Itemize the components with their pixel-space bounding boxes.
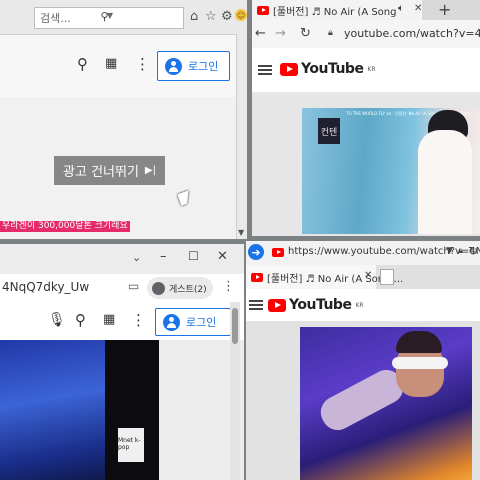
signin-button[interactable]: 로그인 [155,308,231,336]
youtube-header: ⚲ ▦ ⋮ 로그인 [0,35,247,97]
skip-next-icon: ▶| [144,165,156,176]
vertical-scrollbar[interactable] [230,302,240,480]
address-bar: ← → ↻ 🔒︎ youtube.com/watch?v=4Nq [252,20,480,48]
close-icon[interactable]: ✕ [364,270,372,281]
new-tab-icon[interactable] [380,269,394,285]
forward-arrow-icon[interactable]: → [275,26,286,41]
youtube-header: 🎙︎ ⚲ ▦ ⋮ 로그인 [0,302,244,340]
bottom-left-browser-window: ⌄ – ☐ ✕ 4NqQ7dky_Uw ▭ 게스트(2) ⋮ 🎙︎ ⚲ ▦ ⋮ … [0,244,244,480]
window-titlebar: ⌄ – ☐ ✕ [0,244,244,274]
lock-icon: 🔒︎ [458,246,463,256]
url-text[interactable]: 4NqQ7dky_Uw [2,280,89,294]
video-player[interactable]: Mnet k-pop [0,340,159,480]
performer-figure [418,130,472,234]
scroll-down-arrow-icon[interactable]: ▼ [238,228,244,237]
reload-icon[interactable]: ↻ [300,26,311,41]
show-badge: 컨텐 [318,118,340,144]
tab-strip: [풀버전] ♬ No Air (A Song 🔈︎ ✕ + [252,0,480,20]
more-vert-icon[interactable]: ⋮ [131,311,146,329]
account-icon [163,313,180,331]
region-code: KR [355,301,364,309]
back-arrow-icon[interactable]: ➜ [248,244,264,260]
mouse-cursor-icon [177,190,193,206]
more-vert-icon[interactable]: ⋮ [222,279,235,294]
reload-icon[interactable]: ↻ [468,244,478,258]
chevron-down-icon[interactable]: ▼ [40,11,180,20]
search-icon[interactable]: ⚲ [77,55,88,73]
close-icon[interactable]: ✕ [217,249,228,264]
top-left-browser-window: 검색... ⚲ ▼ ⌂ ☆ ⚙ ☺ ⚲ ▦ ⋮ 로그인 광고 건너뛰기 ▶| 우… [0,0,247,239]
skip-ad-label: 광고 건너뛰기 [63,165,139,180]
star-icon[interactable]: ☆ [205,9,217,24]
cast-icon[interactable]: ▭ [128,279,139,293]
guest-profile-button[interactable]: 게스트(2) [147,277,213,299]
skip-ad-button[interactable]: 광고 건너뛰기 ▶| [54,156,165,185]
minimize-icon[interactable]: – [160,249,167,264]
youtube-favicon-icon [257,5,269,15]
gear-icon[interactable]: ⚙ [221,9,233,24]
chevron-down-icon[interactable]: ⌄ [132,251,141,264]
video-player[interactable]: 컨텐 TO THE WORLD FLY on · 단장전 ·No Air (A … [302,108,480,234]
search-icon[interactable]: ⚲ [75,311,86,329]
youtube-header: YouTube KR [252,48,480,92]
chevron-down-icon[interactable]: ▼ [446,246,453,256]
new-tab-icon[interactable]: + [438,0,451,19]
address-bar: ➜ https://www.youtube.com/watch?v=4N ▼ 🔒… [246,241,480,265]
bottom-right-browser-window: ➜ https://www.youtube.com/watch?v=4N ▼ 🔒… [246,241,480,480]
guest-label: 게스트(2) [169,284,207,295]
youtube-favicon-icon [251,272,263,282]
youtube-logo-text: YouTube [289,297,352,313]
maximize-icon[interactable]: ☐ [188,249,199,263]
profile-icon [152,281,165,295]
menu-icon[interactable] [258,65,272,75]
smiley-icon[interactable]: ☺ [235,9,247,21]
vertical-scrollbar[interactable]: ▼ [236,34,247,239]
scrollbar-thumb[interactable] [232,308,238,344]
tab-youtube[interactable]: [풀버전] ♬ No Air (A Song [252,0,422,20]
youtube-header: YouTube KR [246,289,480,321]
performer-blindfold [392,357,448,369]
back-arrow-icon[interactable]: ← [255,26,266,41]
youtube-logo-text: YouTube [301,61,364,77]
signin-button[interactable]: 로그인 [157,51,230,81]
more-vert-icon[interactable]: ⋮ [135,55,150,73]
promo-banner[interactable]: 우라겐이 300,000달톤 크기래요 [0,221,130,232]
youtube-logo[interactable]: YouTube KR [268,297,364,313]
speaker-icon[interactable]: 🔈︎ [398,3,404,14]
mic-icon[interactable]: 🎙︎ [48,312,66,328]
youtube-logo[interactable]: YouTube KR [280,61,376,77]
menu-icon[interactable] [249,300,263,310]
lock-icon: 🔒︎ [328,28,333,38]
apps-grid-icon[interactable]: ▦ [103,312,115,327]
browser-toolbar: 검색... ⚲ ▼ ⌂ ☆ ⚙ ☺ [0,0,247,35]
tab-title: [풀버전] ♬ No Air (A Song [273,6,397,18]
performer-hair [396,331,442,353]
top-right-browser-window: [풀버전] ♬ No Air (A Song 🔈︎ ✕ + ← → ↻ 🔒︎ y… [252,0,480,236]
signin-label: 로그인 [188,60,219,73]
youtube-play-icon [268,298,286,312]
close-icon[interactable]: ✕ [414,3,422,14]
performer-arm [315,364,409,436]
youtube-play-icon [280,62,298,76]
youtube-favicon-icon [272,248,284,257]
url-text[interactable]: youtube.com/watch?v=4Nq [344,27,480,40]
home-icon[interactable]: ⌂ [190,9,198,24]
tab-strip: [풀버전] ♬ No Air (A Song ... ✕ [246,265,480,289]
channel-logo: Mnet k-pop [118,428,144,462]
region-code: KR [367,65,376,73]
signin-label: 로그인 [186,316,217,329]
video-player[interactable] [300,327,472,480]
apps-grid-icon[interactable]: ▦ [105,56,117,71]
address-bar[interactable]: 4NqQ7dky_Uw ▭ 게스트(2) ⋮ [0,274,244,302]
search-box[interactable]: 검색... ⚲ ▼ [34,7,184,29]
tab-youtube[interactable]: [풀버전] ♬ No Air (A Song ... [246,265,403,289]
account-icon [165,57,182,75]
